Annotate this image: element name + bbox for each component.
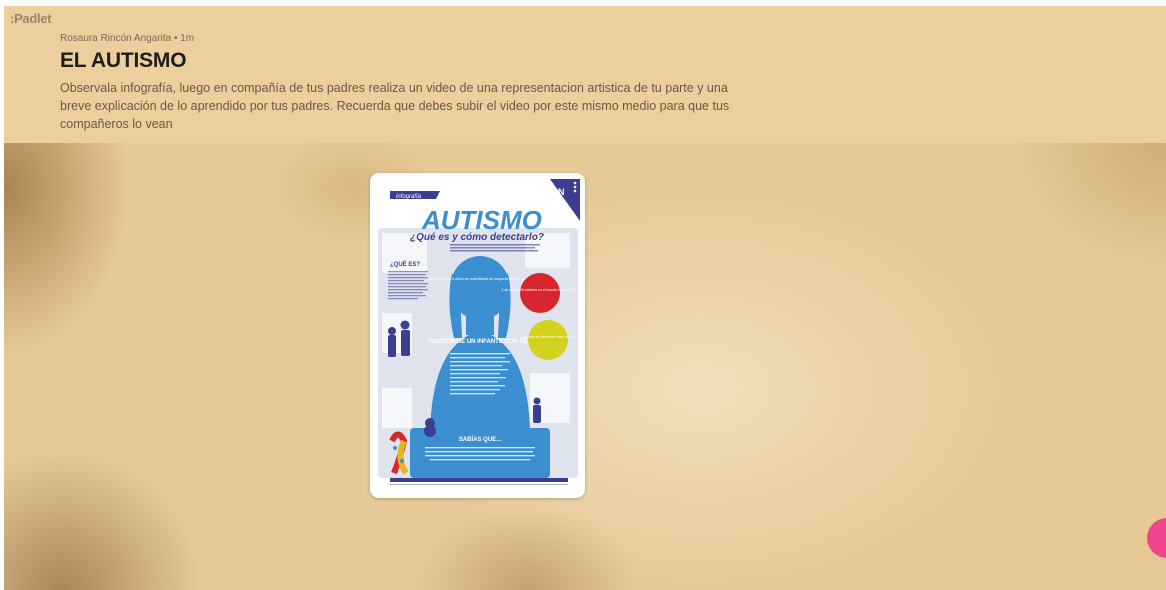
age-bubble-text: Antes de los 3 años se manifiesta la may…	[429, 276, 532, 281]
corner-badge: N	[558, 187, 565, 197]
post-header: :Padlet Rosaura Rincón Angarita • 1m EL …	[4, 6, 1166, 143]
stat-yellow-text: 1 de cada 68 personas tiene un TEA	[520, 335, 577, 339]
stat-yellow-circle	[528, 320, 568, 360]
infographic-heading: AUTISMO	[421, 205, 542, 235]
page-title: EL AUTISMO	[60, 49, 187, 72]
post-card[interactable]: infografía N AUTISMO ¿Qué es y cómo dete…	[370, 173, 585, 498]
stat-red-text: 1 de cada 160 infantes en el mundo tiene…	[502, 288, 579, 292]
child-figure-icon	[533, 397, 541, 423]
stat-red-circle	[520, 273, 560, 313]
author-line: Rosaura Rincón Angarita • 1m	[60, 33, 195, 44]
padlet-board: infografía N AUTISMO ¿Qué es y cómo dete…	[4, 143, 1166, 590]
infographic-subheading: ¿Qué es y cómo detectarlo?	[410, 232, 544, 243]
more-options-icon[interactable]	[573, 181, 577, 193]
infographic-tag: infografía	[396, 194, 422, 200]
que-es-heading: ¿QUÉ ES?	[390, 260, 420, 268]
sabias-heading: SABÍAS QUE...	[459, 435, 502, 443]
indicios-heading: INDICIOS DE UN INFANTE CON TEA	[428, 339, 532, 345]
page-description: Observala infografía, luego en compañía …	[60, 81, 730, 131]
teddy-icon	[424, 418, 436, 437]
padlet-logo[interactable]: :Padlet	[10, 11, 52, 26]
padlet-frame: :Padlet Rosaura Rincón Angarita • 1m EL …	[4, 6, 1166, 590]
infographic-image: infografía N AUTISMO ¿Qué es y cómo dete…	[370, 173, 585, 498]
